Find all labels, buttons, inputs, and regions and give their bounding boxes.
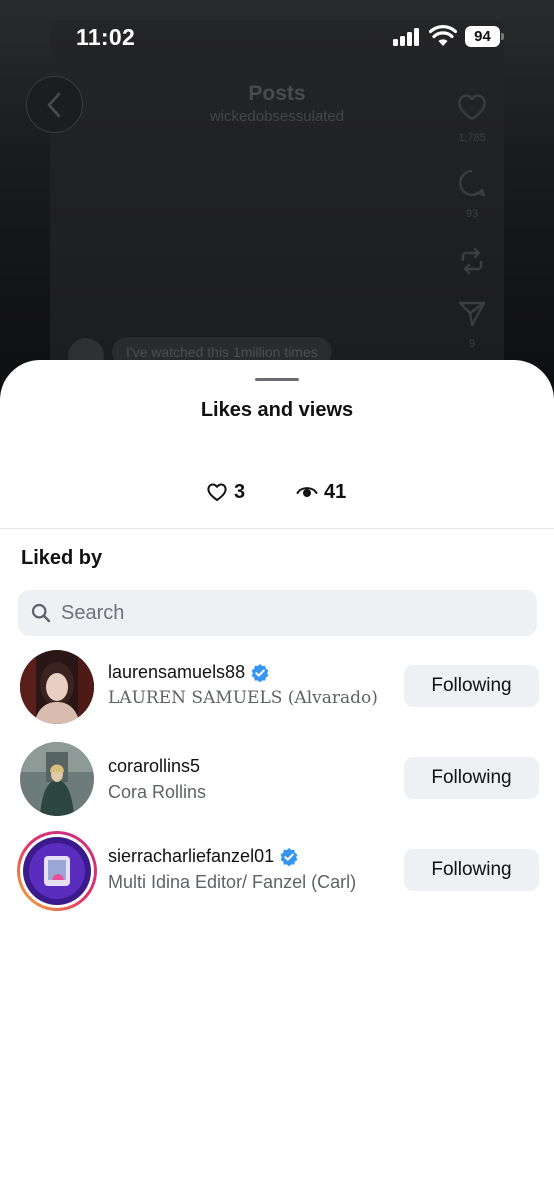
following-button[interactable]: Following — [404, 849, 539, 891]
likes-count: 3 — [234, 480, 246, 503]
divider — [0, 528, 554, 529]
search-icon — [31, 603, 51, 623]
heart-icon — [207, 483, 227, 501]
comment-count: 93 — [465, 208, 479, 220]
views-count: 41 — [324, 480, 347, 503]
username[interactable]: sierracharliefanzel01 — [108, 846, 299, 867]
share-count: 9 — [468, 338, 476, 350]
comment-icon — [459, 169, 486, 197]
stats-row: 3 41 — [0, 478, 554, 506]
username-text: sierracharliefanzel01 — [108, 846, 275, 866]
list-item[interactable]: laurensamuels88 LAUREN SAMUELS (Alvarado… — [0, 650, 554, 730]
search-bar[interactable] — [18, 590, 537, 636]
liked-by-heading: Liked by — [21, 547, 103, 569]
views-stat: 41 — [296, 478, 346, 506]
list-item[interactable]: corarollins5 Cora Rollins Following — [0, 742, 554, 822]
repost-icon — [461, 247, 483, 275]
list-item[interactable]: sierracharliefanzel01 Multi Idina Editor… — [0, 830, 554, 912]
like-count: 1,785 — [458, 132, 486, 144]
avatar[interactable] — [20, 742, 94, 816]
eye-icon — [296, 487, 318, 497]
sheet-title: Likes and views — [200, 399, 354, 421]
status-bar: 11:02 94 — [0, 0, 554, 74]
battery-level: 94 — [465, 26, 500, 47]
comment-action[interactable]: 93 — [446, 168, 498, 220]
share-action[interactable]: 9 — [446, 298, 498, 350]
verified-badge-icon — [280, 847, 298, 866]
following-button[interactable]: Following — [404, 757, 539, 799]
background-post-screen: 11:02 94 Posts wickedobsessulated 1,785 — [0, 0, 554, 400]
heart-icon — [458, 94, 486, 121]
username[interactable]: laurensamuels88 — [108, 662, 270, 683]
full-name: Multi Idina Editor/ Fanzel (Carl) — [108, 872, 357, 892]
verified-badge-icon — [251, 663, 269, 682]
likes-stat: 3 — [206, 478, 245, 506]
username-text: laurensamuels88 — [108, 662, 246, 682]
likes-and-views-sheet: Likes and views 3 41 Liked by Search lau… — [0, 360, 554, 1200]
username-text: corarollins5 — [108, 756, 201, 776]
full-name: Cora Rollins — [108, 782, 207, 802]
search-input[interactable] — [61, 601, 537, 625]
sheet-grabber-handle[interactable] — [255, 378, 299, 381]
avatar-with-story-ring[interactable] — [16, 830, 98, 912]
full-name: LAUREN SAMUELS (Alvarado) — [108, 688, 378, 708]
battery-icon: 94 — [465, 26, 504, 47]
repost-action[interactable] — [446, 246, 498, 276]
wifi-icon — [429, 25, 457, 46]
status-time: 11:02 — [76, 24, 136, 50]
avatar[interactable] — [20, 650, 94, 724]
like-action[interactable]: 1,785 — [446, 92, 498, 144]
following-button[interactable]: Following — [404, 665, 539, 707]
username[interactable]: corarollins5 — [108, 756, 200, 777]
send-icon — [458, 301, 486, 327]
cellular-signal-icon — [393, 28, 423, 46]
